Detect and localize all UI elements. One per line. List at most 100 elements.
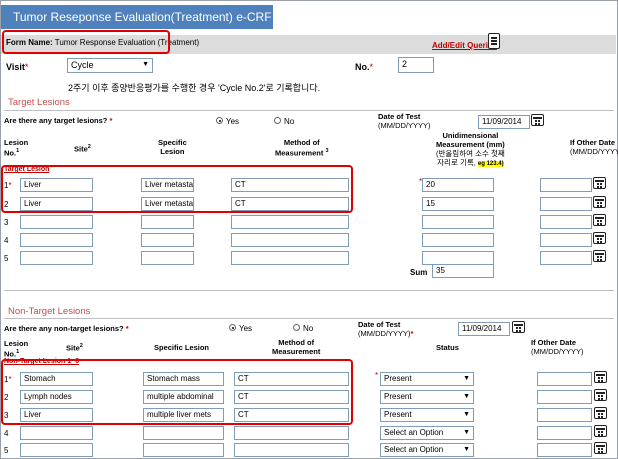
nontarget-specific-input[interactable] [143, 443, 224, 457]
nontarget-status-select[interactable]: Select an Option ▼ [380, 443, 474, 457]
nontarget-status-select[interactable]: Select an Option ▼ [380, 426, 474, 440]
nontarget-yes-label: Yes [239, 324, 253, 333]
nontarget-no-label: No [303, 324, 314, 333]
nontarget-date-input[interactable]: 11/09/2014 [458, 322, 510, 336]
nontarget-col-site: Site2 [66, 343, 83, 353]
target-row-no: 5 [4, 254, 9, 263]
target-col-measurement: Unidimensional Measurement (mm) (반올림하여 소수 … [436, 131, 505, 167]
nontarget-other-date-input[interactable] [537, 390, 592, 404]
nontarget-col-method: Method of Measurement [272, 338, 321, 356]
visit-select[interactable]: Cycle ▼ [67, 58, 153, 73]
target-col-site: Site2 [74, 144, 91, 154]
nontarget-date-label: Date of Test (MM/DD/YYYY)* [358, 320, 414, 338]
chevron-down-icon: ▼ [463, 446, 470, 453]
nontarget-status-req: * [375, 371, 379, 380]
calendar-icon[interactable] [594, 425, 607, 437]
target-row-no: 4 [4, 236, 9, 245]
target-divider [4, 110, 614, 111]
target-measurement-input[interactable]: 20 [422, 178, 494, 192]
nontarget-col-specific: Specific Lesion [154, 343, 210, 352]
calendar-icon[interactable] [593, 232, 606, 244]
target-method-input[interactable] [231, 233, 349, 247]
nontarget-other-date-input[interactable] [537, 408, 592, 422]
calendar-icon[interactable] [594, 389, 607, 401]
target-col-method: Method of Measurement 3 [275, 138, 329, 158]
chevron-down-icon: ▼ [142, 61, 149, 68]
nontarget-other-date-input[interactable] [537, 443, 592, 457]
nontarget-divider [4, 318, 614, 319]
nontarget-site-input[interactable] [20, 443, 93, 457]
target-date-label: Date of Test (MM/DD/YYYY) [378, 112, 431, 130]
nontarget-section-title: Non-Target Lesions [8, 306, 91, 317]
target-yes-label: Yes [226, 117, 240, 126]
chevron-down-icon: ▼ [463, 429, 470, 436]
nontarget-status-select[interactable]: Present ▼ [380, 408, 474, 422]
calendar-icon[interactable] [531, 114, 544, 126]
visit-note: 2주기 이후 종양반응평가를 수행한 경우 'Cycle No.2'로 기록합니… [68, 83, 321, 93]
chevron-down-icon: ▼ [463, 375, 470, 382]
target-section-title: Target Lesions [8, 97, 70, 108]
target-rows-highlight [1, 165, 353, 213]
calendar-icon[interactable] [593, 250, 606, 262]
nontarget-divider-top [4, 290, 614, 291]
nontarget-rows-highlight [1, 359, 353, 425]
target-other-date-input[interactable] [540, 233, 592, 247]
target-no-label: No [284, 117, 295, 126]
nontarget-row-no: 5 [4, 446, 9, 455]
chevron-down-icon: ▼ [463, 393, 470, 400]
target-row-no: 3 [4, 218, 9, 227]
form-name-highlight [2, 30, 170, 54]
nontarget-specific-input[interactable] [143, 426, 224, 440]
nontarget-col-status: Status [436, 343, 459, 352]
target-question: Are there any target lesions? * [4, 116, 113, 125]
nontarget-col-other-date: If Other Date (MM/DD/YYYY) [531, 338, 584, 356]
target-site-input[interactable] [20, 233, 93, 247]
nontarget-method-input[interactable] [234, 426, 349, 440]
target-measurement-input[interactable]: 15 [422, 197, 494, 211]
nontarget-other-date-input[interactable] [537, 426, 592, 440]
target-col-lesion-no: Lesion No.1 [4, 138, 29, 158]
target-measurement-input[interactable] [422, 215, 494, 229]
nontarget-site-input[interactable] [20, 426, 93, 440]
target-other-date-input[interactable] [540, 178, 592, 192]
target-other-date-input[interactable] [540, 215, 592, 229]
nontarget-method-input[interactable] [234, 443, 349, 457]
target-specific-input[interactable] [141, 233, 194, 247]
nontarget-no-radio[interactable] [293, 324, 300, 331]
nontarget-row-no: 4 [4, 429, 9, 438]
calendar-icon[interactable] [512, 321, 525, 333]
target-site-input[interactable] [20, 251, 93, 265]
target-col-specific: Specific Lesion [158, 138, 187, 156]
visit-label: Visit* [6, 62, 29, 72]
target-sum-input: 35 [432, 264, 494, 278]
calendar-icon[interactable] [594, 407, 607, 419]
document-icon[interactable] [488, 33, 500, 49]
calendar-icon[interactable] [593, 196, 606, 208]
target-method-input[interactable] [231, 215, 349, 229]
visit-no-label: No.* [355, 62, 374, 72]
nontarget-other-date-input[interactable] [537, 372, 592, 386]
target-other-date-input[interactable] [540, 251, 592, 265]
target-specific-input[interactable] [141, 215, 194, 229]
target-col-other-date: If Other Date (MM/DD/YYYY) [570, 138, 618, 156]
target-yes-radio[interactable] [216, 117, 223, 124]
nontarget-col-lesion-no: Lesion No.1 [4, 339, 29, 359]
target-sum-label: Sum [410, 268, 428, 277]
target-date-input[interactable]: 11/09/2014 [478, 115, 530, 129]
calendar-icon[interactable] [593, 214, 606, 226]
visit-no-input[interactable]: 2 [398, 57, 434, 73]
target-method-input[interactable] [231, 251, 349, 265]
target-specific-input[interactable] [141, 251, 194, 265]
calendar-icon[interactable] [594, 371, 607, 383]
target-measurement-input[interactable] [422, 251, 494, 265]
target-no-radio[interactable] [274, 117, 281, 124]
nontarget-status-select[interactable]: Present ▼ [380, 372, 474, 386]
window-title: Tumor Reseponse Evaluation(Treatment) e-… [1, 5, 273, 29]
calendar-icon[interactable] [593, 177, 606, 189]
nontarget-status-select[interactable]: Present ▼ [380, 390, 474, 404]
target-other-date-input[interactable] [540, 197, 592, 211]
target-measurement-input[interactable] [422, 233, 494, 247]
target-site-input[interactable] [20, 215, 93, 229]
calendar-icon[interactable] [594, 442, 607, 454]
nontarget-yes-radio[interactable] [229, 324, 236, 331]
